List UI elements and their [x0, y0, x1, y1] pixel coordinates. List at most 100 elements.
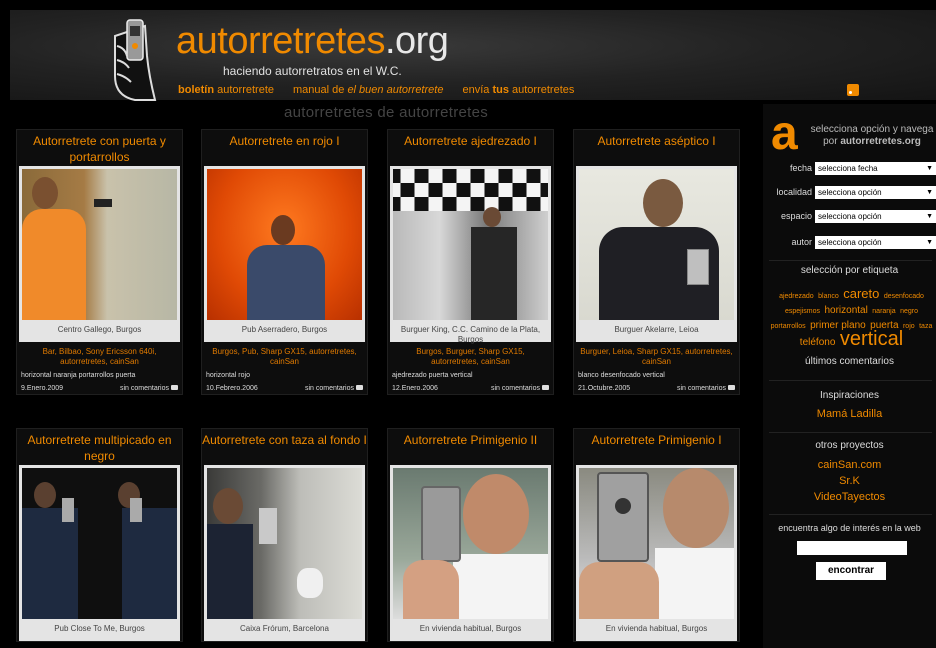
card-tags[interactable]: Burgos, Pub, Sharp GX15, autorretretes, … [202, 342, 367, 372]
card-meta-tags[interactable]: horizontal naranja portarrollos puerta [17, 372, 182, 382]
author-select[interactable]: selecciona opción ▼ [815, 236, 936, 249]
tag-link[interactable]: taza [919, 323, 932, 330]
sidebar-logo-letter: a [771, 107, 798, 160]
divider [769, 260, 932, 261]
tag-link[interactable]: teléfono [800, 337, 836, 348]
card-meta-tags[interactable]: ajedrezado puerta vertical [388, 372, 553, 382]
project-link[interactable]: VideoTayectos [763, 491, 936, 503]
selfie-photo[interactable] [207, 169, 362, 320]
card-title-link[interactable]: Autorretrete en rojo I [202, 130, 367, 166]
section-heading: autorretretes de autorretretes [283, 104, 489, 121]
site-title[interactable]: autorretretes.org [176, 20, 449, 63]
divider [769, 432, 932, 433]
tag-link[interactable]: rojo [903, 323, 915, 330]
divider [769, 514, 932, 515]
photo-frame: En vivienda habitual, Burgos [390, 465, 551, 641]
selfie-photo[interactable] [207, 468, 362, 619]
photo-card: Autorretrete ajedrezado I Burguer King, … [387, 129, 554, 395]
photo-card: Autorretrete con taza al fondo I Caixa F… [201, 428, 368, 642]
card-title-link[interactable]: Autorretrete Primigenio I [574, 429, 739, 465]
photo-frame: Burguer Akelarre, Leioa [576, 166, 737, 342]
card-title-link[interactable]: Autorretrete con puerta y portarrollos [17, 130, 182, 166]
card-tags[interactable]: Bar, Bilbao, Sony Ericsson 640i, autorre… [17, 342, 182, 372]
tag-link[interactable]: espejismos [785, 308, 820, 315]
card-date: 21.Octubre.2005 [578, 384, 631, 392]
filter-fecha: fecha selecciona fecha ▼ [763, 162, 936, 176]
card-meta-tags[interactable]: horizontal rojo [202, 372, 367, 382]
tag-cloud: ajedrezado blanco careto desenfocado esp… [767, 286, 936, 350]
latest-comments-link[interactable]: últimos comentarios [763, 356, 936, 367]
phone-hand-logo-icon[interactable] [105, 16, 165, 102]
photo-card: Autorretrete aséptico I Burguer Akelarre… [573, 129, 740, 395]
selfie-photo[interactable] [393, 169, 548, 320]
card-meta-row: 10.Febrero.2006 sin comentarios [202, 382, 367, 394]
tag-link[interactable]: ajedrezado [779, 293, 814, 300]
nav-send-link[interactable]: envía tus autorretretes [462, 84, 574, 96]
selfie-photo[interactable] [579, 169, 734, 320]
tag-link[interactable]: blanco [818, 293, 839, 300]
filter-label: espacio [780, 211, 812, 221]
card-title-link[interactable]: Autorretrete ajedrezado I [388, 130, 553, 166]
selfie-photo[interactable] [393, 468, 548, 619]
inspiration-link[interactable]: Mamá Ladilla [763, 408, 936, 420]
comments-link[interactable]: sin comentarios [120, 384, 178, 392]
tag-link[interactable]: portarrollos [771, 323, 806, 330]
divider [769, 380, 932, 381]
photo-caption: En vivienda habitual, Burgos [419, 624, 522, 633]
photo-caption: Centro Gallego, Burgos [57, 325, 142, 334]
sidebar: a selecciona opción y navega por autorre… [763, 104, 936, 648]
tag-link[interactable]: desenfocado [884, 293, 924, 300]
card-tags[interactable]: Burgos, Burguer, Sharp GX15, autorretret… [388, 342, 553, 372]
filter-espacio: espacio selecciona opción ▼ [763, 210, 936, 224]
project-link[interactable]: Sr.K [763, 475, 936, 487]
photo-caption: Burguer Akelarre, Leioa [614, 325, 699, 334]
rss-feed-icon[interactable] [847, 84, 859, 96]
site-header: autorretretes.org haciendo autorretratos… [10, 10, 936, 102]
tag-link[interactable]: horizontal [824, 305, 867, 316]
card-title-link[interactable]: Autorretrete con taza al fondo I [202, 429, 367, 465]
location-select[interactable]: selecciona opción ▼ [815, 186, 936, 199]
project-link[interactable]: cainSan.com [763, 459, 936, 471]
tag-link[interactable]: careto [843, 286, 879, 301]
photo-card: Autorretrete multipicado en negro Pub Cl… [16, 428, 183, 642]
space-select[interactable]: selecciona opción ▼ [815, 210, 936, 223]
selfie-photo[interactable] [22, 169, 177, 320]
comment-bubble-icon [728, 384, 735, 390]
photo-frame: Centro Gallego, Burgos [19, 166, 180, 342]
photo-frame: Burguer King, C.C. Camino de la Plata, B… [390, 166, 551, 344]
tag-link[interactable]: vertical [840, 328, 903, 350]
selfie-photo[interactable] [579, 468, 734, 619]
date-select[interactable]: selecciona fecha ▼ [815, 162, 936, 175]
nav-newsletter-link[interactable]: boletín autorretrete [178, 84, 274, 96]
card-title-link[interactable]: Autorretrete multipicado en negro [17, 429, 182, 465]
card-date: 12.Enero.2006 [392, 384, 438, 392]
card-title-link[interactable]: Autorretrete aséptico I [574, 130, 739, 166]
card-title-link[interactable]: Autorretrete Primigenio II [388, 429, 553, 465]
tag-link[interactable]: naranja [872, 308, 895, 315]
search-input[interactable] [797, 541, 907, 555]
sidebar-intro: selecciona opción y navega por autorretr… [810, 124, 934, 147]
inspirations-heading: Inspiraciones [820, 390, 879, 401]
photo-frame: Caixa Frórum, Barcelona [204, 465, 365, 641]
card-meta-tags[interactable]: blanco desenfocado vertical [574, 372, 739, 382]
filter-label: fecha [789, 163, 812, 173]
filter-autor: autor selecciona opción ▼ [763, 236, 936, 250]
dropdown-arrow-icon: ▼ [926, 189, 933, 196]
photo-card: Autorretrete Primigenio I En vivienda ha… [573, 428, 740, 642]
comments-link[interactable]: sin comentarios [677, 384, 735, 392]
tag-selection-heading: selección por etiqueta [800, 265, 899, 276]
dropdown-arrow-icon: ▼ [926, 239, 933, 246]
comments-link[interactable]: sin comentarios [491, 384, 549, 392]
selfie-photo[interactable] [22, 468, 177, 619]
comments-link[interactable]: sin comentarios [305, 384, 363, 392]
photo-frame: Pub Close To Me, Burgos [19, 465, 180, 641]
nav-manual-link[interactable]: manual de el buen autorretrete [293, 84, 443, 96]
search-heading: encuentra algo de interés en la web [778, 523, 921, 533]
filter-label: localidad [776, 187, 812, 197]
tag-link[interactable]: negro [900, 308, 918, 315]
filter-label: autor [791, 237, 812, 247]
other-projects-heading: otros proyectos [815, 440, 884, 451]
photo-caption: Pub Close To Me, Burgos [54, 624, 145, 633]
card-tags[interactable]: Burguer, Leioa, Sharp GX15, autorretrete… [574, 342, 739, 372]
search-button[interactable]: encontrar [816, 562, 886, 580]
